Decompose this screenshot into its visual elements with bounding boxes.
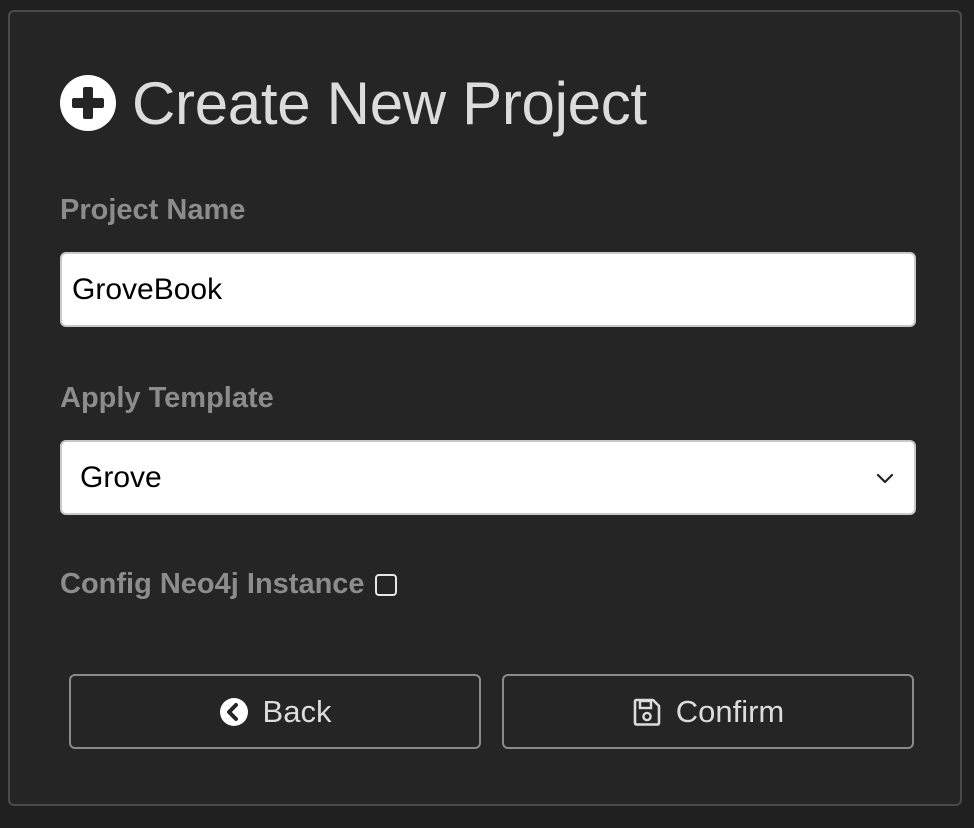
confirm-button[interactable]: Confirm: [502, 674, 914, 749]
project-name-input[interactable]: [60, 252, 916, 327]
plus-circle-icon: [60, 75, 116, 131]
neo4j-config-checkbox[interactable]: [374, 573, 397, 596]
arrow-left-circle-icon: [219, 697, 249, 727]
create-project-dialog: Create New Project Project Name Apply Te…: [8, 10, 962, 806]
dialog-title: Create New Project: [60, 69, 647, 137]
confirm-button-label: Confirm: [675, 693, 785, 729]
apply-template-label: Apply Template: [60, 382, 274, 414]
dialog-title-text: Create New Project: [132, 69, 647, 137]
template-select-value: Grove: [80, 460, 162, 494]
project-name-label: Project Name: [60, 194, 246, 226]
neo4j-config-label: Config Neo4j Instance: [60, 568, 365, 600]
save-icon: [632, 697, 662, 727]
back-button-label: Back: [262, 693, 332, 729]
chevron-down-icon: [874, 467, 896, 489]
back-button[interactable]: Back: [69, 674, 481, 749]
template-select[interactable]: Grove: [60, 440, 916, 515]
neo4j-config-row: Config Neo4j Instance: [60, 568, 397, 601]
